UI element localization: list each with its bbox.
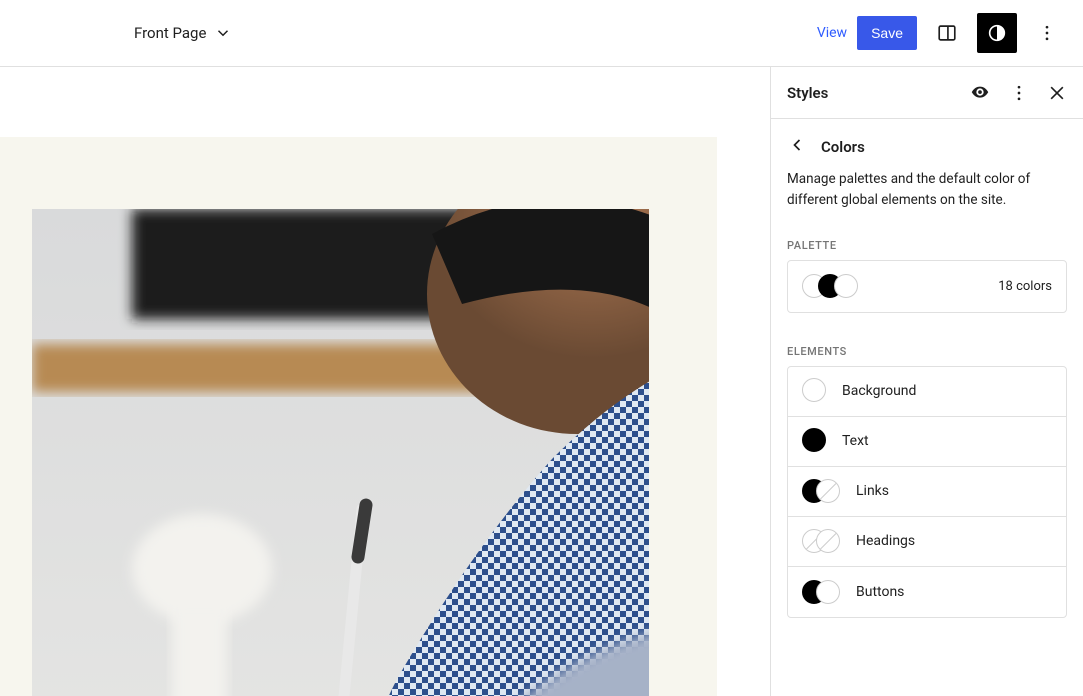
- color-swatch-pair: [802, 528, 842, 554]
- color-swatch: [802, 428, 828, 454]
- chevron-down-icon: [214, 24, 232, 42]
- panel-section-description: Manage palettes and the default color of…: [771, 169, 1083, 231]
- palette-count: 18 colors: [998, 279, 1052, 294]
- element-row[interactable]: Headings: [788, 517, 1066, 567]
- element-label: Links: [856, 483, 889, 499]
- elements-list: Background Text Links Headings Buttons: [787, 366, 1067, 618]
- document-title-wrap[interactable]: Front Page: [0, 24, 232, 42]
- element-row[interactable]: Links: [788, 467, 1066, 517]
- sidebar-toggle-button[interactable]: [927, 13, 967, 53]
- styles-panel-header: Styles: [771, 67, 1083, 119]
- panel-section-title: Colors: [821, 138, 865, 156]
- more-options-button[interactable]: [1027, 13, 1067, 53]
- element-row[interactable]: Background: [788, 367, 1066, 417]
- toolbar-actions: View Save: [817, 13, 1067, 53]
- panel-breadcrumb[interactable]: Colors: [771, 119, 1083, 169]
- styles-toggle-button[interactable]: [977, 13, 1017, 53]
- element-row[interactable]: Buttons: [788, 567, 1066, 617]
- elements-label: ELEMENTS: [771, 337, 1083, 366]
- view-link[interactable]: View: [817, 25, 847, 41]
- top-toolbar: Front Page View Save: [0, 0, 1083, 67]
- styles-panel-title: Styles: [787, 84, 828, 102]
- palette-swatches: [802, 274, 858, 298]
- color-swatch-pair: [802, 579, 842, 605]
- styles-panel: Styles Colors Manage palettes and the de…: [770, 67, 1083, 696]
- content-image: [32, 209, 649, 696]
- color-swatch: [802, 378, 828, 404]
- palette-label: PALETTE: [771, 231, 1083, 260]
- element-row[interactable]: Text: [788, 417, 1066, 467]
- element-label: Buttons: [856, 584, 904, 600]
- palette-row[interactable]: 18 colors: [787, 260, 1067, 313]
- close-icon[interactable]: [1047, 83, 1067, 103]
- page-title: Front Page: [134, 24, 206, 42]
- back-icon[interactable]: [787, 135, 807, 159]
- element-label: Headings: [856, 533, 915, 549]
- editor-canvas[interactable]: [0, 67, 770, 696]
- styles-more-icon[interactable]: [1009, 83, 1029, 103]
- save-button[interactable]: Save: [857, 16, 917, 50]
- element-label: Text: [842, 433, 869, 449]
- style-book-icon[interactable]: [969, 82, 991, 104]
- canvas-background: [0, 137, 717, 696]
- element-label: Background: [842, 383, 916, 399]
- color-swatch-pair: [802, 478, 842, 504]
